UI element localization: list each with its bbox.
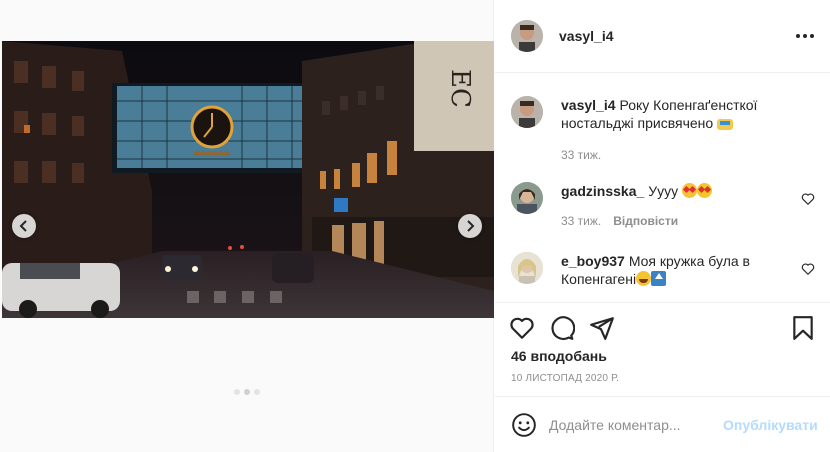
- like-comment-icon[interactable]: [801, 192, 815, 206]
- comment-item: gadzinsska_ Уууу 33 тиж. Відповісти: [511, 182, 815, 232]
- emoji-picker-icon[interactable]: [511, 412, 537, 438]
- more-options-button[interactable]: [793, 27, 817, 45]
- caption-username[interactable]: vasyl_i4: [561, 97, 616, 113]
- post-photo: EC: [2, 41, 494, 318]
- slide-indicator: [0, 389, 494, 395]
- comment-meta: 33 тиж. Відповісти: [561, 214, 678, 228]
- author-username[interactable]: vasyl_i4: [559, 28, 614, 44]
- more-dot: [796, 34, 800, 38]
- caption-text: vasyl_i4 Року Копенгаґенсткої ностальджі …: [561, 96, 786, 132]
- comment-item: e_boy937 Моя кружка була в Копенгагені: [511, 252, 815, 302]
- like-comment-icon[interactable]: [801, 262, 815, 276]
- comment-username[interactable]: gadzinsska_: [561, 183, 644, 199]
- comment-username[interactable]: e_boy937: [561, 253, 625, 269]
- comment-text: e_boy937 Моя кружка була в Копенгагені: [561, 252, 786, 288]
- slide-dot: [234, 389, 240, 395]
- author-avatar[interactable]: [511, 96, 543, 128]
- slide-dot: [254, 389, 260, 395]
- heart-icon[interactable]: [509, 315, 535, 341]
- comment-timestamp[interactable]: 33 тиж.: [561, 214, 601, 228]
- share-icon[interactable]: [589, 315, 615, 341]
- chevron-right-icon: [467, 220, 475, 232]
- top-arrow-emoji-icon: [651, 271, 667, 286]
- comment-body: Уууу: [648, 183, 679, 199]
- next-slide-button[interactable]: [458, 214, 482, 238]
- post-date[interactable]: 10 ЛИСТОПАД 2020 Р.: [511, 373, 619, 384]
- star-struck-emoji-icon: [697, 183, 713, 198]
- instagram-post-modal: EC vasyl_i4 vasyl_i4 Року Копенгаґенстко…: [0, 0, 830, 452]
- joy-emoji-icon: [636, 271, 652, 286]
- publish-button[interactable]: Опублікувати: [723, 417, 818, 433]
- comment-text: gadzinsska_ Уууу: [561, 182, 786, 200]
- commenter-avatar[interactable]: [511, 252, 543, 284]
- building-sign-text: EC: [445, 69, 475, 108]
- reply-button[interactable]: Відповісти: [613, 214, 678, 228]
- post-media: EC: [0, 0, 494, 452]
- add-comment-section: Опублікувати: [495, 396, 830, 452]
- car-emoji-icon: [717, 119, 734, 130]
- comment-icon[interactable]: [549, 315, 575, 341]
- commenter-avatar[interactable]: [511, 182, 543, 214]
- chevron-left-icon: [19, 220, 27, 232]
- previous-slide-button[interactable]: [12, 214, 36, 238]
- comments-list[interactable]: vasyl_i4 Року Копенгаґенсткої ностальджі …: [495, 74, 830, 302]
- slide-dot-active: [244, 389, 250, 395]
- post-header: vasyl_i4: [495, 0, 830, 73]
- post-side-panel: vasyl_i4 vasyl_i4 Року Копенгаґенсткої но…: [495, 0, 830, 452]
- caption-comment: vasyl_i4 Року Копенгаґенсткої ностальджі …: [511, 96, 811, 166]
- caption-timestamp[interactable]: 33 тиж.: [561, 148, 601, 162]
- comment-input[interactable]: [549, 414, 709, 436]
- author-avatar[interactable]: [511, 20, 543, 52]
- more-dot: [803, 34, 807, 38]
- more-dot: [810, 34, 814, 38]
- post-actions-bar: [495, 302, 830, 354]
- bookmark-icon[interactable]: [790, 315, 816, 341]
- likes-count[interactable]: 46 вподобань: [511, 348, 607, 364]
- star-struck-emoji-icon: [682, 183, 698, 198]
